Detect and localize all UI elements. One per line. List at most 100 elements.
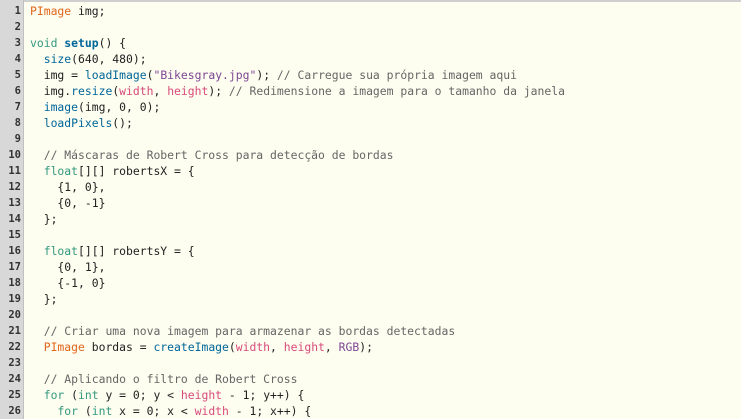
- code-line[interactable]: 10 // Máscaras de Robert Cross para dete…: [0, 147, 741, 163]
- code-text[interactable]: // Aplicando o filtro de Robert Cross: [30, 371, 298, 387]
- code-token: (640, 480);: [71, 52, 147, 66]
- code-text[interactable]: image(img, 0, 0);: [30, 99, 161, 115]
- code-token: for: [57, 404, 79, 418]
- code-token: );: [256, 68, 277, 82]
- code-token: };: [30, 212, 58, 226]
- code-text[interactable]: {-1, 0}: [30, 275, 105, 291]
- code-line[interactable]: 6 img.resize(width, height); // Redimens…: [0, 83, 741, 99]
- code-text[interactable]: {0, -1}: [30, 195, 105, 211]
- code-text[interactable]: img = loadImage("Bikesgray.jpg"); // Car…: [30, 67, 517, 83]
- code-line[interactable]: 2: [0, 19, 741, 35]
- code-line[interactable]: 26 for (int x = 0; x < width - 1; x++) {: [0, 403, 741, 419]
- line-number: 11: [8, 165, 21, 177]
- code-text[interactable]: // Criar uma nova imagem para armazenar …: [30, 323, 455, 339]
- code-text[interactable]: for (int x = 0; x < width - 1; x++) {: [30, 403, 311, 419]
- code-line[interactable]: 12 {1, 0},: [0, 179, 741, 195]
- code-text[interactable]: for (int y = 0; y < height - 1; y++) {: [30, 387, 305, 403]
- code-line[interactable]: 1 PImage img;: [0, 3, 741, 19]
- code-text[interactable]: {0, 1},: [30, 259, 105, 275]
- code-text[interactable]: PImage img;: [30, 3, 105, 19]
- code-token: "Bikesgray.jpg": [153, 68, 257, 82]
- code-line[interactable]: 14 };: [0, 211, 741, 227]
- code-token: {0, 1},: [30, 260, 106, 274]
- code-token: PImage: [30, 4, 72, 18]
- code-line[interactable]: 11 float[][] robertsX = {: [0, 163, 741, 179]
- line-number: 5: [14, 69, 21, 81]
- code-token: size: [43, 52, 72, 66]
- code-text[interactable]: {1, 0},: [30, 179, 105, 195]
- code-token: {-1, 0}: [30, 276, 106, 290]
- line-number: 23: [8, 357, 21, 369]
- code-token: resize: [71, 84, 113, 98]
- code-token: };: [30, 292, 58, 306]
- code-token: );: [359, 340, 373, 354]
- code-line[interactable]: 16 float[][] robertsY = {: [0, 243, 741, 259]
- code-token: (: [78, 404, 92, 418]
- code-token: ();: [112, 116, 133, 130]
- code-line[interactable]: 23: [0, 355, 741, 371]
- code-token: bordas =: [84, 340, 154, 354]
- code-text[interactable]: PImage bordas = createImage(width, heigh…: [30, 339, 373, 355]
- code-line[interactable]: 9: [0, 131, 741, 147]
- code-line[interactable]: 21 // Criar uma nova imagem para armazen…: [0, 323, 741, 339]
- code-token: loadPixels: [43, 116, 113, 130]
- line-number: 13: [8, 197, 21, 209]
- code-text[interactable]: };: [30, 211, 58, 227]
- code-token: [][] robertsX = {: [78, 164, 195, 178]
- code-text[interactable]: loadPixels();: [30, 115, 133, 131]
- line-number: 16: [8, 245, 21, 257]
- code-token: - 1; y++) {: [222, 388, 305, 402]
- code-text[interactable]: };: [30, 291, 58, 307]
- code-line[interactable]: 13 {0, -1}: [0, 195, 741, 211]
- code-token: // Carregue sua própria imagem aqui: [276, 68, 517, 82]
- code-token: // Criar uma nova imagem para armazenar …: [43, 324, 456, 338]
- code-line[interactable]: 3 void setup() {: [0, 35, 741, 51]
- code-line[interactable]: 24 // Aplicando o filtro de Robert Cross: [0, 371, 741, 387]
- code-line[interactable]: 17 {0, 1},: [0, 259, 741, 275]
- code-token: ,: [270, 340, 284, 354]
- code-token: img.: [30, 84, 72, 98]
- code-line[interactable]: 5 img = loadImage("Bikesgray.jpg"); // C…: [0, 67, 741, 83]
- line-number: 6: [14, 85, 21, 97]
- code-token: );: [208, 84, 229, 98]
- code-text[interactable]: size(640, 480);: [30, 51, 147, 67]
- code-token: [][] robertsY = {: [78, 244, 195, 258]
- code-text[interactable]: void setup() {: [30, 35, 126, 51]
- line-number: 2: [14, 21, 21, 33]
- code-token: RGB: [338, 340, 360, 354]
- editor-top-border: [0, 0, 741, 2]
- code-text[interactable]: float[][] robertsX = {: [30, 163, 195, 179]
- code-line[interactable]: 7 image(img, 0, 0);: [0, 99, 741, 115]
- line-number: 7: [14, 101, 21, 113]
- code-token: float: [43, 244, 79, 258]
- code-text[interactable]: // Máscaras de Robert Cross para detecçã…: [30, 147, 394, 163]
- code-line[interactable]: 22 PImage bordas = createImage(width, he…: [0, 339, 741, 355]
- code-token: (img, 0, 0);: [78, 100, 161, 114]
- line-number: 15: [8, 229, 21, 241]
- code-token: int: [91, 404, 113, 418]
- line-number: 21: [8, 325, 21, 337]
- code-line[interactable]: 20: [0, 307, 741, 323]
- line-number: 3: [14, 37, 21, 49]
- code-token: createImage: [153, 340, 229, 354]
- code-line[interactable]: 18 {-1, 0}: [0, 275, 741, 291]
- code-editor[interactable]: 1 PImage img; 2 3 void setup() {4 size(640, …: [0, 0, 741, 419]
- line-number: 10: [8, 149, 21, 161]
- code-token: ,: [324, 340, 339, 354]
- code-text[interactable]: img.resize(width, height); // Redimensio…: [30, 83, 565, 99]
- code-line[interactable]: 4 size(640, 480);: [0, 51, 741, 67]
- line-number: 17: [8, 261, 21, 273]
- code-line[interactable]: 8 loadPixels();: [0, 115, 741, 131]
- code-token: float: [43, 164, 79, 178]
- line-number: 22: [8, 341, 21, 353]
- code-line[interactable]: 19 };: [0, 291, 741, 307]
- code-text[interactable]: float[][] robertsY = {: [30, 243, 195, 259]
- code-line[interactable]: 15: [0, 227, 741, 243]
- code-line[interactable]: 25 for (int y = 0; y < height - 1; y++) …: [0, 387, 741, 403]
